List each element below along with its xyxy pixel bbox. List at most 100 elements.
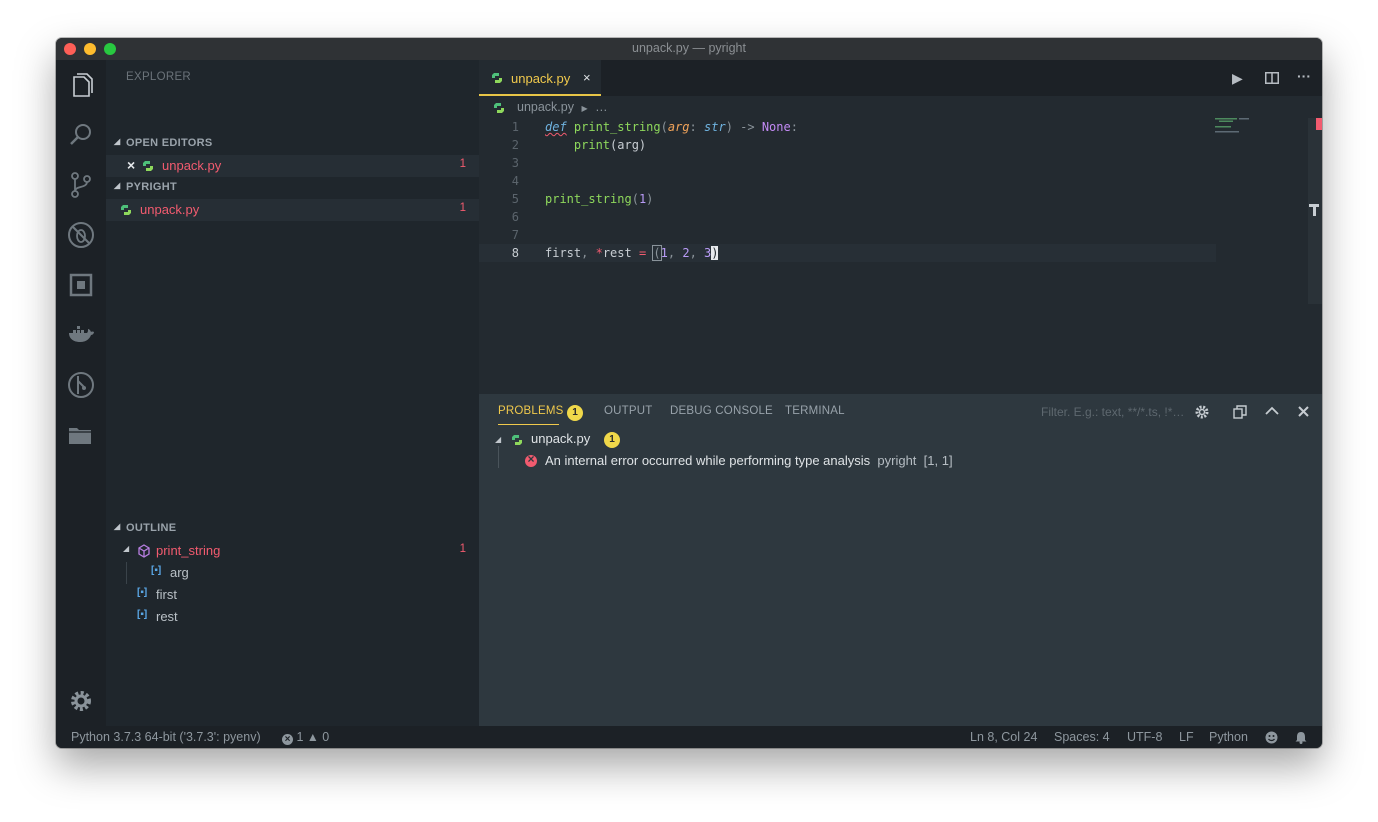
title-bar: unpack.py — pyright (56, 38, 1322, 61)
editor-tab-bar: unpack.py × ▶ ··· (479, 60, 1322, 96)
bottom-panel: PROBLEMS 1 OUTPUT DEBUG CONSOLE TERMINAL… (479, 394, 1322, 726)
outline-item-rest[interactable]: [▪] rest (106, 606, 479, 628)
docker-icon[interactable] (66, 320, 96, 350)
run-icon[interactable]: ▶ (1232, 70, 1243, 87)
outline-variable-name: rest (156, 609, 178, 624)
tab-label: unpack.py (511, 71, 571, 86)
python-file-icon (492, 73, 502, 83)
collapse-triangle-icon: ◢ (114, 181, 121, 190)
open-editor-item-unpack[interactable]: × unpack.py 1 (106, 155, 479, 177)
vscode-window: unpack.py — pyright EXPLORER ◢ OPEN EDIT… (56, 38, 1322, 748)
problem-source: pyright (877, 453, 917, 468)
tab-close-icon[interactable]: × (583, 70, 591, 85)
activity-bar (56, 60, 106, 726)
breadcrumb: unpack.py ▶ … (494, 100, 608, 114)
problem-file-count-badge: 1 (604, 432, 620, 448)
search-icon[interactable] (66, 120, 96, 150)
outline-item-first[interactable]: [▪] first (106, 584, 479, 606)
explorer-sidebar: EXPLORER ◢ OPEN EDITORS × unpack.py 1 ◢ … (106, 60, 479, 726)
scrollbar-error-marker (1316, 118, 1322, 130)
python-interpreter-status[interactable]: Python 3.7.3 64-bit ('3.7.3': pyenv) (71, 730, 261, 744)
indentation-status[interactable]: Spaces: 4 (1054, 730, 1110, 744)
pyright-section-header[interactable]: ◢ PYRIGHT (106, 177, 479, 199)
notifications-bell-icon[interactable] (1295, 731, 1307, 744)
tree-indent-guide (498, 446, 499, 468)
error-count-icon: × (282, 734, 293, 745)
editor-scrollbar[interactable] (1308, 118, 1322, 304)
tree-item-filename: unpack.py (140, 202, 200, 217)
collapse-triangle-icon: ◢ (114, 137, 121, 146)
problem-file-name[interactable]: unpack.py (531, 431, 590, 446)
open-editor-problem-count: 1 (459, 158, 466, 170)
code-line-current: 8 first, *rest = (1, 2, 3) (479, 244, 1216, 262)
breadcrumb-chevron-icon: ▶ (581, 104, 588, 113)
close-editor-icon[interactable]: × (127, 157, 135, 173)
tab-terminal[interactable]: TERMINAL (785, 405, 845, 417)
outline-item-arg[interactable]: [▪] arg (106, 562, 479, 584)
code-line: 1 def print_string(arg: str) -> None: (511, 120, 798, 134)
warning-count-icon: ▲ (306, 730, 319, 744)
outline-section-header[interactable]: ◢ OUTLINE (106, 518, 479, 540)
problems-filter-input[interactable]: Filter. E.g.: text, **/*.ts, !*… (1041, 405, 1184, 419)
python-file-icon (143, 161, 153, 171)
code-line: 3 (511, 156, 519, 170)
cursor-position-status[interactable]: Ln 8, Col 24 (970, 730, 1037, 744)
tree-item-unpack[interactable]: unpack.py 1 (106, 199, 479, 221)
filter-settings-gear-icon[interactable] (1194, 404, 1210, 420)
tab-problems[interactable]: PROBLEMS (498, 405, 564, 417)
minimap[interactable] (1215, 118, 1285, 148)
extensions-icon[interactable] (66, 270, 96, 300)
split-editor-icon[interactable] (1265, 72, 1279, 84)
sidebar-title: EXPLORER (126, 71, 192, 83)
problem-position: [1, 1] (923, 453, 953, 468)
git-lens-icon[interactable] (66, 370, 96, 400)
editor-area: unpack.py × ▶ ··· unpack.py ▶ … 1 def pr… (479, 60, 1322, 394)
collapse-triangle-icon: ◢ (114, 522, 121, 531)
breadcrumb-more[interactable]: … (595, 100, 608, 114)
expand-triangle-icon[interactable]: ◢ (123, 544, 129, 553)
variable-icon: [▪] (137, 587, 148, 598)
code-line: 5 print_string(1) (511, 192, 654, 206)
open-editor-filename: unpack.py (162, 158, 222, 173)
explorer-files-icon[interactable] (66, 70, 96, 100)
variable-icon: [▪] (137, 609, 148, 620)
variable-icon: [▪] (151, 565, 162, 576)
python-file-icon (121, 205, 131, 215)
tree-item-problem-count: 1 (459, 202, 466, 214)
code-line: 6 (511, 210, 519, 224)
window-title: unpack.py — pyright (632, 41, 746, 55)
tab-debug-console[interactable]: DEBUG CONSOLE (670, 405, 773, 417)
close-panel-icon[interactable] (1298, 406, 1309, 417)
maximize-panel-chevron-up-icon[interactable] (1265, 406, 1279, 416)
python-file-icon (494, 103, 504, 113)
debug-icon[interactable] (66, 220, 96, 250)
breadcrumb-file[interactable]: unpack.py (517, 100, 574, 114)
feedback-smiley-icon[interactable] (1265, 731, 1278, 744)
outline-function-name: print_string (156, 543, 221, 558)
text-cursor: ) (711, 246, 719, 260)
settings-gear-icon[interactable] (66, 686, 96, 716)
tab-output[interactable]: OUTPUT (604, 405, 652, 417)
eol-status[interactable]: LF (1179, 730, 1194, 744)
active-tab-indicator (498, 424, 559, 425)
code-line: 7 (511, 228, 519, 242)
outline-variable-name: first (156, 587, 177, 602)
more-actions-icon[interactable]: ··· (1297, 68, 1311, 84)
problem-message: An internal error occurred while perform… (545, 453, 871, 468)
folder-icon[interactable] (66, 420, 96, 450)
collapse-all-icon[interactable] (1233, 405, 1247, 419)
editor-tab-unpack[interactable]: unpack.py × (479, 60, 601, 96)
language-mode-status[interactable]: Python (1209, 730, 1248, 744)
open-editors-section-header[interactable]: ◢ OPEN EDITORS (106, 133, 479, 155)
expand-triangle-icon[interactable]: ◢ (495, 435, 501, 444)
problem-message-row[interactable]: An internal error occurred while perform… (545, 453, 953, 468)
python-file-icon (512, 435, 522, 445)
encoding-status[interactable]: UTF-8 (1127, 730, 1162, 744)
code-line: 4 (511, 174, 519, 188)
outline-item-print-string[interactable]: ◢ print_string 1 (106, 540, 479, 562)
problems-status[interactable]: × 1 ▲ 0 (282, 730, 329, 745)
source-control-icon[interactable] (66, 170, 96, 200)
code-line: 2 print(arg) (511, 138, 647, 152)
outline-variable-name: arg (170, 565, 189, 580)
status-bar: Python 3.7.3 64-bit ('3.7.3': pyenv) × 1… (56, 726, 1322, 748)
